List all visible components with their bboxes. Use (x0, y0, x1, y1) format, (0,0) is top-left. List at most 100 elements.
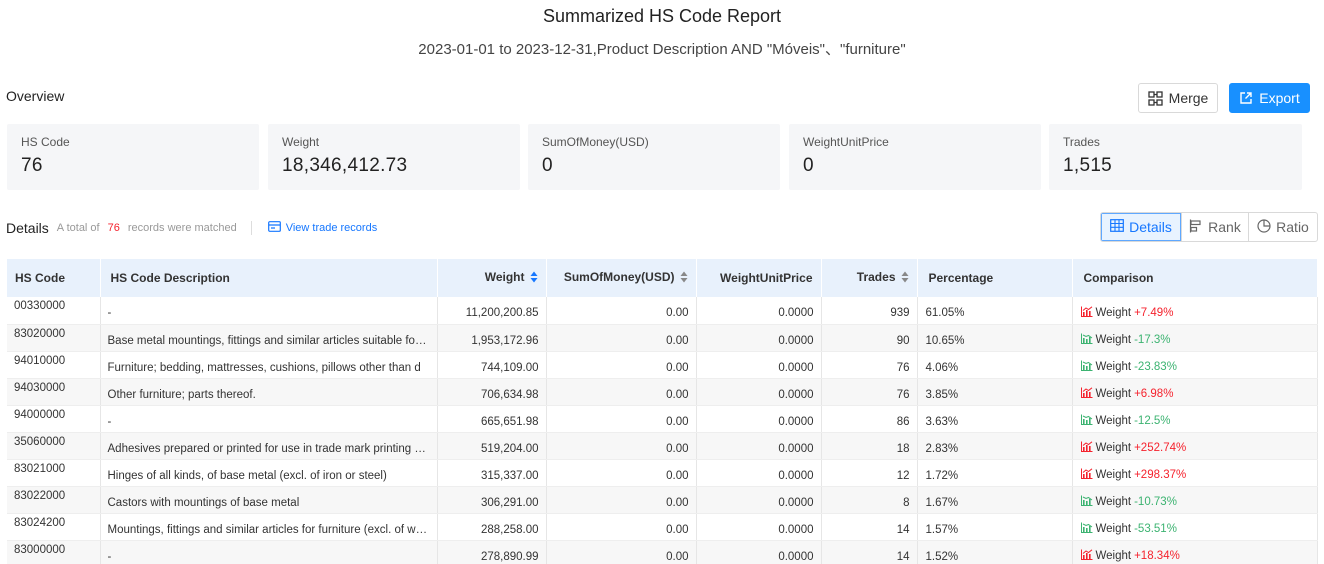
card-label: HS Code (21, 135, 70, 149)
table-row[interactable]: 83024200 Mountings, fittings and similar … (7, 513, 1318, 541)
comparison-cell: Weight +6.98% (1072, 378, 1318, 406)
table-row[interactable]: 83022000 Castors with mountings of base m… (7, 486, 1318, 514)
weight-cell: 1,953,172.96 (437, 324, 547, 352)
weight-cell: 744,109.00 (437, 351, 547, 379)
percentage-cell: 1.57% (917, 513, 1073, 541)
comparison-label: Weight (1095, 550, 1132, 562)
merge-button[interactable]: Merge (1138, 83, 1218, 113)
weight-cell: 665,651.98 (437, 405, 547, 433)
column-header-trades[interactable]: Trades (821, 259, 918, 297)
comparison-cell: Weight +252.74% (1072, 432, 1318, 460)
table-row[interactable]: 00330000-11,200,200.85 0.00 0.0000 939 61.05… (7, 297, 1318, 325)
hs-code-cell: 83000000 (7, 540, 101, 564)
comparison-value: -17.3% (1134, 334, 1171, 346)
comparison-cell: Weight -10.73% (1072, 486, 1318, 514)
card-value: 0 (803, 155, 814, 176)
description-cell: Adhesives prepared or printed for use in… (100, 432, 438, 460)
hs-code-cell: 94000000 (7, 405, 101, 433)
percentage-cell: 2.83% (917, 432, 1073, 460)
trades-cell: 90 (821, 324, 918, 352)
percentage-cell: 61.05% (917, 297, 1073, 325)
percentage-cell: 4.06% (917, 351, 1073, 379)
weight-unit-price-cell: 0.0000 (696, 351, 822, 379)
report-title: Summarized HS Code Report (542, 6, 782, 26)
card-label: WeightUnitPrice (803, 135, 889, 149)
view-trade-records-label: View trade records (285, 222, 378, 234)
trend-up-icon (1080, 549, 1093, 563)
sum-of-money-cell: 0.00 (546, 324, 697, 352)
weight-cell: 278,890.99 (437, 540, 547, 564)
table-row[interactable]: 94010000 Furniture; bedding, mattresses, … (7, 351, 1318, 379)
comparison-cell: Weight +298.37% (1072, 459, 1318, 487)
export-button[interactable]: Export (1229, 83, 1310, 113)
hs-code-table: HS Code HS Code Description Weight SumOf… (7, 259, 1318, 564)
weight-unit-price-cell: 0.0000 (696, 324, 822, 352)
count-suffix: records were matched (127, 222, 237, 234)
tab-rank[interactable]: Rank (1181, 213, 1248, 241)
weight-unit-price-cell: 0.0000 (696, 513, 822, 541)
tab-rank-label: Rank (1208, 219, 1241, 235)
table-row[interactable]: 94030000 Other furniture; parts thereof. 7… (7, 378, 1318, 406)
table-row[interactable]: 83021000 Hinges of all kinds, of base met… (7, 459, 1318, 487)
tab-ratio[interactable]: Ratio (1248, 213, 1317, 241)
trades-cell: 14 (821, 513, 918, 541)
percentage-cell: 1.52% (917, 540, 1073, 564)
comparison-value: -10.73% (1134, 496, 1177, 508)
hs-code-cell: 94010000 (7, 351, 101, 379)
description-cell: Base metal mountings, fittings and simil… (100, 324, 438, 352)
sum-of-money-cell: 0.00 (546, 405, 697, 433)
sum-of-money-cell: 0.00 (546, 513, 697, 541)
column-header-sum-of-money[interactable]: SumOfMoney(USD) (546, 259, 697, 297)
comparison-value: -53.51% (1134, 523, 1177, 535)
trades-cell: 8 (821, 486, 918, 514)
hs-code-cell: 83020000 (7, 324, 101, 352)
column-header-comparison: Comparison (1072, 259, 1318, 297)
trend-down-icon (1080, 414, 1093, 428)
hs-code-cell: 00330000 (7, 297, 101, 325)
comparison-value: -12.5% (1134, 415, 1171, 427)
column-header-percentage: Percentage (917, 259, 1073, 297)
sort-icon[interactable] (680, 271, 688, 286)
table-row[interactable]: 35060000 Adhesives prepared or printed fo… (7, 432, 1318, 460)
comparison-cell: Weight -53.51% (1072, 513, 1318, 541)
card-value: 76 (21, 155, 43, 176)
weight-cell: 706,634.98 (437, 378, 547, 406)
view-trade-records-link[interactable]: View trade records (267, 221, 378, 235)
trend-up-icon (1080, 441, 1093, 455)
comparison-label: Weight (1095, 361, 1132, 373)
table-row[interactable]: 83000000-278,890.99 0.00 0.0000 14 1.52% Weig… (7, 540, 1318, 564)
bar-rank-icon (1189, 219, 1203, 236)
divider (250, 221, 252, 235)
tab-details[interactable]: Details (1101, 213, 1181, 241)
sum-of-money-cell: 0.00 (546, 297, 697, 325)
tab-ratio-label: Ratio (1276, 219, 1309, 235)
comparison-value: +7.49% (1134, 306, 1174, 319)
export-button-label: Export (1259, 90, 1300, 106)
percentage-cell: 10.65% (917, 324, 1073, 352)
hs-code-cell: 35060000 (7, 432, 101, 460)
table-row[interactable]: 94000000-665,651.98 0.00 0.0000 86 3.63% Weig… (7, 405, 1318, 433)
tab-details-label: Details (1129, 219, 1172, 235)
comparison-cell: Weight +18.34% (1072, 540, 1318, 564)
hs-code-cell: 83021000 (7, 459, 101, 487)
sum-of-money-cell: 0.00 (546, 540, 697, 564)
table-row[interactable]: 83020000 Base metal mountings, fittings a… (7, 324, 1318, 352)
comparison-label: Weight (1095, 415, 1132, 427)
weight-unit-price-cell: 0.0000 (696, 432, 822, 460)
comparison-cell: Weight -17.3% (1072, 324, 1318, 352)
column-header-weight[interactable]: Weight (437, 259, 547, 297)
comparison-cell: Weight -23.83% (1072, 351, 1318, 379)
column-header-description: HS Code Description (100, 259, 438, 297)
trend-down-icon (1080, 360, 1093, 374)
card-sum-of-money: SumOfMoney(USD) 0 (528, 124, 780, 190)
trend-up-icon (1080, 306, 1093, 320)
description-cell: - (100, 405, 438, 433)
export-icon (1239, 91, 1253, 105)
trades-cell: 18 (821, 432, 918, 460)
comparison-label: Weight (1095, 442, 1132, 454)
sort-icon[interactable] (530, 271, 538, 286)
sort-icon[interactable] (901, 271, 909, 286)
trades-cell: 86 (821, 405, 918, 433)
weight-unit-price-cell: 0.0000 (696, 486, 822, 514)
records-count: 76 (107, 222, 120, 234)
